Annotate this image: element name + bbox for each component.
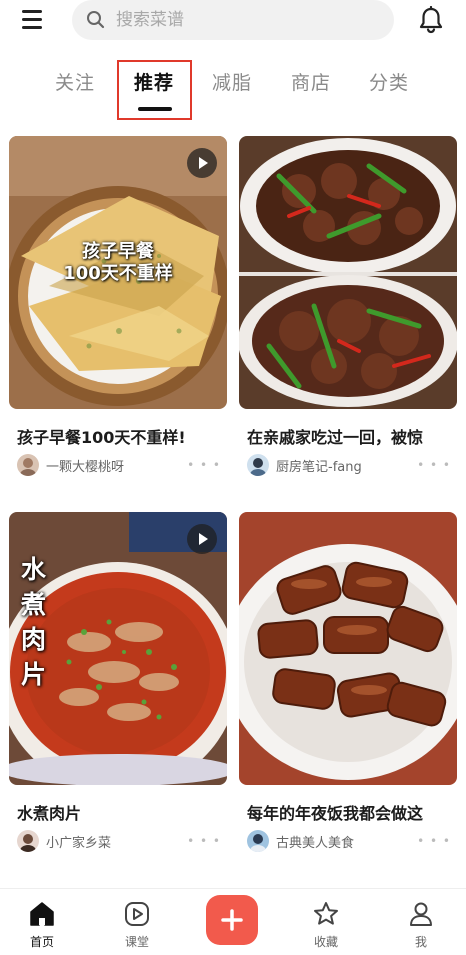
recipe-card-new-year-ribs[interactable]: 每年的年夜饭我都会做这 古典美人美食 • • • [239, 512, 457, 862]
star-icon [314, 902, 338, 925]
bell-icon[interactable] [418, 6, 444, 34]
tab-store[interactable]: 商店 [291, 68, 331, 95]
add-recipe-button[interactable] [206, 895, 258, 945]
play-square-icon [125, 902, 149, 926]
author-avatar[interactable] [17, 454, 39, 476]
tab-follow[interactable]: 关注 [55, 68, 95, 95]
recipe-card-breakfast[interactable]: 孩子早餐 100天不重样 孩子早餐100天不重样! 一颗大樱桃呀 • • • [9, 136, 227, 486]
nav-label: 我 [414, 935, 427, 949]
author-name[interactable]: 小广家乡菜 [46, 832, 111, 851]
nav-label: 首页 [29, 935, 54, 949]
author-name[interactable]: 一颗大樱桃呀 [46, 456, 124, 475]
author-row: 小广家乡菜 • • • [17, 830, 223, 854]
recipe-image[interactable]: 孩子早餐 100天不重样 [9, 136, 227, 409]
home-icon [30, 902, 54, 926]
recipe-title[interactable]: 每年的年夜饭我都会做这 [247, 800, 453, 824]
author-avatar[interactable] [247, 830, 269, 852]
image-caption: 水煮肉片 [21, 555, 47, 689]
recipe-card-boiled-pork[interactable]: 水煮肉片 水煮肉片 小广家乡菜 • • • [9, 512, 227, 862]
category-tabs: 关注 推荐 减脂 商店 分类 [0, 60, 466, 120]
search-input[interactable] [116, 10, 366, 30]
author-row: 一颗大樱桃呀 • • • [17, 454, 223, 478]
menu-icon[interactable] [22, 10, 46, 32]
search-icon [87, 11, 105, 29]
nav-profile[interactable]: 我 [391, 899, 451, 950]
nav-label: 课堂 [124, 935, 149, 949]
nav-home[interactable]: 首页 [12, 899, 72, 950]
bottom-navigation: 首页 课堂 收藏 我 [0, 888, 466, 955]
tab-fat-loss[interactable]: 减脂 [212, 68, 252, 95]
image-caption-line2: 100天不重样 [63, 263, 173, 284]
author-avatar[interactable] [17, 830, 39, 852]
author-row: 厨房笔记-fang • • • [247, 454, 453, 478]
recipe-title[interactable]: 在亲戚家吃过一回，被惊 [247, 424, 453, 448]
author-row: 古典美人美食 • • • [247, 830, 453, 854]
active-tab-indicator [138, 107, 172, 111]
recipe-image[interactable] [239, 512, 457, 785]
recipe-card-relatives[interactable]: 在亲戚家吃过一回，被惊 厨房笔记-fang • • • [239, 136, 457, 486]
author-name[interactable]: 古典美人美食 [276, 832, 354, 851]
more-options-icon[interactable]: • • • [417, 458, 451, 472]
nav-label: 收藏 [313, 935, 338, 949]
more-options-icon[interactable]: • • • [187, 458, 221, 472]
tab-category[interactable]: 分类 [369, 68, 409, 95]
recipe-title[interactable]: 孩子早餐100天不重样! [17, 424, 223, 448]
author-avatar[interactable] [247, 454, 269, 476]
plus-icon [221, 909, 243, 931]
person-icon [410, 902, 432, 926]
more-options-icon[interactable]: • • • [417, 834, 451, 848]
recipe-image[interactable]: 水煮肉片 [9, 512, 227, 785]
recipe-image[interactable] [239, 136, 457, 409]
author-name[interactable]: 厨房笔记-fang [276, 456, 362, 475]
video-play-icon [187, 524, 217, 554]
recipe-title[interactable]: 水煮肉片 [17, 800, 223, 824]
more-options-icon[interactable]: • • • [187, 834, 221, 848]
nav-favorites[interactable]: 收藏 [296, 899, 356, 950]
tab-recommend[interactable]: 推荐 [134, 68, 174, 95]
nav-classroom[interactable]: 课堂 [107, 899, 167, 950]
top-bar [0, 0, 466, 44]
video-play-icon [187, 148, 217, 178]
search-bar[interactable] [72, 0, 394, 40]
